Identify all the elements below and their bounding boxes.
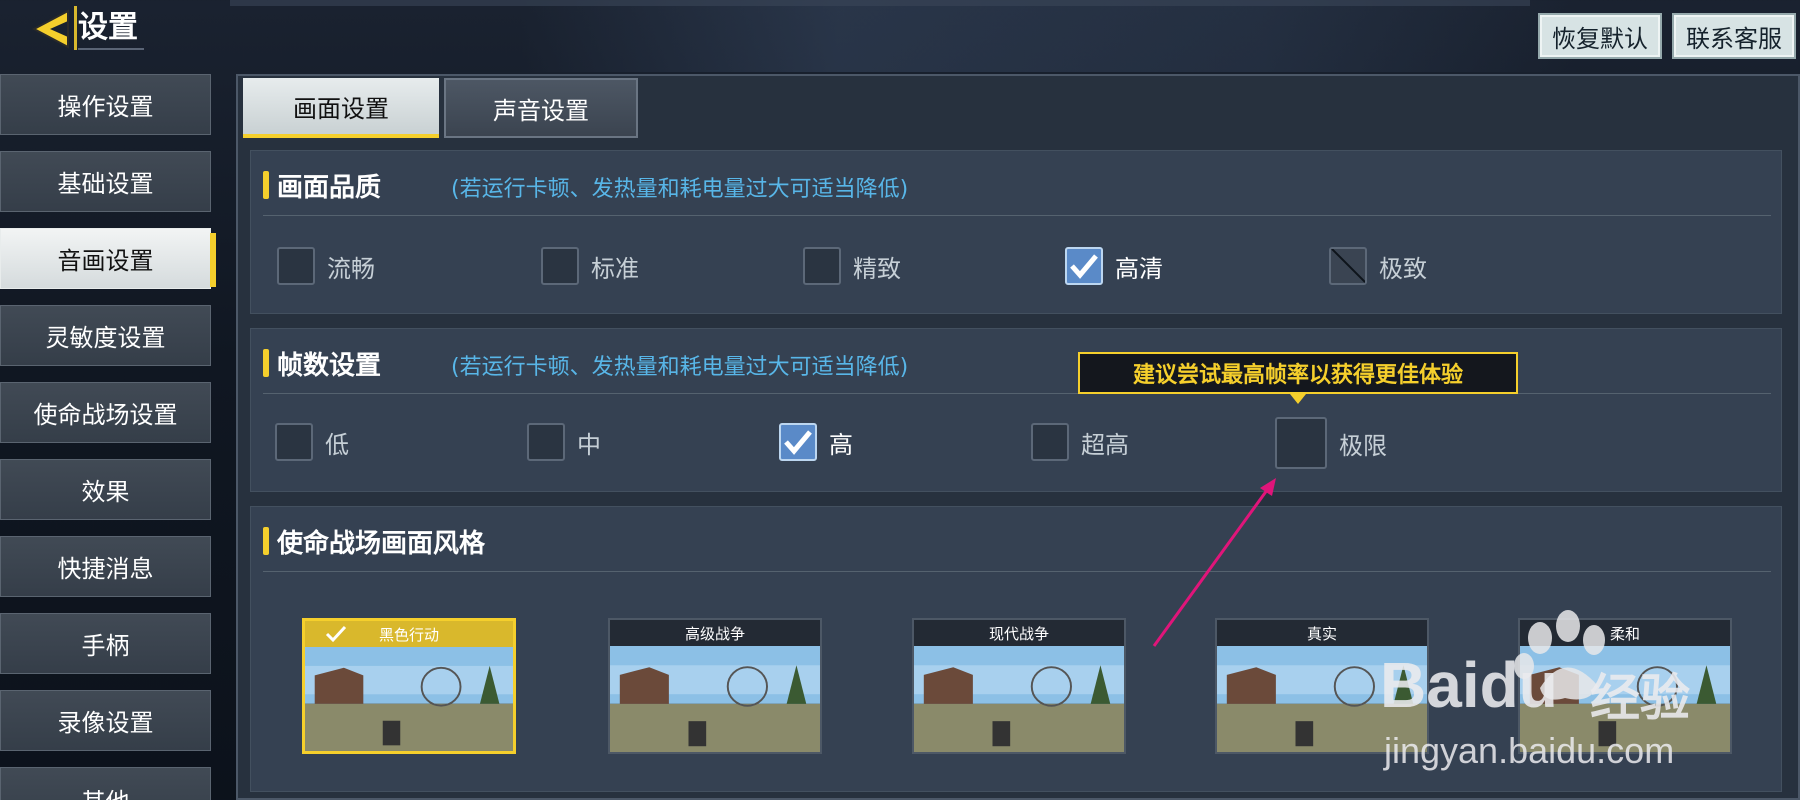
page-title: 设置 [78,8,144,50]
style-option-label-bar: 现代战争 [914,620,1124,646]
style-preview-image [305,647,513,751]
checkbox[interactable] [275,423,313,461]
sidebar-item-controls[interactable]: 操作设置 [0,74,211,135]
sidebar-item-recording[interactable]: 录像设置 [0,690,211,751]
sidebar-item-label: 基础设置 [57,170,154,198]
style-option-label: 高级战争 [684,624,745,643]
style-option-label: 黑色行动 [378,625,439,644]
style-option-label: 真实 [1306,624,1337,643]
checkbox-checked[interactable] [779,423,817,461]
style-option-modern-warfare[interactable]: 现代战争 [912,618,1126,754]
framerate-tooltip: 建议尝试最高帧率以获得更佳体验 [1078,352,1518,394]
sidebar-item-label: 音画设置 [57,247,154,275]
option-label: 高 [829,430,853,459]
style-option-label: 现代战争 [988,624,1049,643]
sidebar-item-battlefield[interactable]: 使命战场设置 [0,382,211,443]
checkmark-icon [1070,254,1098,279]
watermark-brand: Baidu [1380,649,1558,721]
option-label: 流畅 [327,254,375,283]
back-arrow-icon [31,9,69,49]
option-label: 高清 [1115,254,1163,283]
section-accent-bar [263,349,269,377]
framerate-option-extreme[interactable]: 极限 [1275,417,1387,469]
style-option-advanced-warfare[interactable]: 高级战争 [608,618,822,754]
framerate-section: 帧数设置 (若运行卡顿、发热量和耗电量过大可适当降低) 低 中 高 超高 极限 [250,328,1782,492]
option-label: 中 [577,430,601,459]
quality-option-fine[interactable]: 精致 [803,247,901,285]
header-separator [74,6,77,50]
back-button[interactable] [26,6,76,52]
sidebar-item-label: 手柄 [81,632,130,660]
checkmark-icon [784,430,812,455]
tab-display[interactable]: 画面设置 [243,78,439,138]
annotation-arrow-icon [1152,478,1276,647]
option-label: 极致 [1379,254,1427,283]
framerate-option-very-high[interactable]: 超高 [1031,423,1129,461]
quality-title: 画面品质 [277,173,382,203]
quality-hint: (若运行卡顿、发热量和耗电量过大可适当降低) [451,177,909,202]
sidebar-item-quick-messages[interactable]: 快捷消息 [0,536,211,597]
checkbox[interactable] [1031,423,1069,461]
baidu-watermark: Baidu 经验 jingyan.baidu.com [1380,600,1800,800]
framerate-hint: (若运行卡顿、发热量和耗电量过大可适当降低) [451,355,909,380]
option-label: 极限 [1339,431,1387,460]
section-divider [263,571,1771,572]
style-title: 使命战场画面风格 [277,529,486,559]
style-option-label-bar: 黑色行动 [305,621,513,647]
header-strip-decoration [230,0,1530,6]
checkbox[interactable] [277,247,315,285]
watermark-url: jingyan.baidu.com [1384,730,1675,771]
tab-sound[interactable]: 声音设置 [444,78,638,138]
tooltip-pointer [1290,394,1306,404]
style-preview-image [914,646,1124,752]
quality-option-smooth[interactable]: 流畅 [277,247,375,285]
style-option-label-bar: 高级战争 [610,620,820,646]
sidebar-item-label: 其他 [82,782,130,800]
header-background-decoration [520,0,1580,72]
checkbox[interactable] [803,247,841,285]
sidebar-item-other[interactable]: 其他 [0,767,211,800]
sidebar-item-basic[interactable]: 基础设置 [0,151,211,212]
checkmark-icon [325,625,347,643]
option-label: 精致 [853,254,901,283]
section-divider [263,393,1771,394]
sidebar-item-controller[interactable]: 手柄 [0,613,211,674]
option-label: 标准 [591,254,639,283]
checkbox-disabled [1329,247,1367,285]
sidebar-item-audio-visual[interactable]: 音画设置 [0,228,216,289]
sidebar-item-label: 效果 [81,478,130,506]
option-label: 低 [325,430,349,459]
quality-option-hd[interactable]: 高清 [1065,247,1163,285]
style-option-black-ops[interactable]: 黑色行动 [302,618,516,754]
active-indicator [210,233,216,287]
framerate-title: 帧数设置 [277,351,382,381]
sidebar-item-label: 灵敏度设置 [45,324,166,352]
framerate-option-low[interactable]: 低 [275,423,349,461]
quality-option-ultra: 极致 [1329,247,1427,285]
sidebar-item-label: 快捷消息 [57,555,154,583]
checkbox[interactable] [1275,417,1327,469]
option-label: 超高 [1081,430,1129,459]
section-accent-bar [263,527,269,555]
framerate-option-high[interactable]: 高 [779,423,853,461]
watermark-service: 经验 [1590,669,1690,727]
sidebar-item-sensitivity[interactable]: 灵敏度设置 [0,305,211,366]
quality-option-standard[interactable]: 标准 [541,247,639,285]
checkbox-checked[interactable] [1065,247,1103,285]
quality-section: 画面品质 (若运行卡顿、发热量和耗电量过大可适当降低) 流畅 标准 精致 高清 … [250,150,1782,314]
style-preview-image [610,646,820,752]
section-accent-bar [263,171,269,199]
sidebar-item-label: 使命战场设置 [33,401,178,429]
checkbox[interactable] [541,247,579,285]
sidebar-item-effects[interactable]: 效果 [0,459,211,520]
restore-default-button[interactable]: 恢复默认 [1538,13,1662,59]
contact-support-button[interactable]: 联系客服 [1672,13,1796,59]
section-divider [263,215,1771,216]
checkbox[interactable] [527,423,565,461]
sidebar-item-label: 操作设置 [57,93,154,121]
framerate-option-medium[interactable]: 中 [527,423,601,461]
sidebar-item-label: 录像设置 [57,709,154,737]
